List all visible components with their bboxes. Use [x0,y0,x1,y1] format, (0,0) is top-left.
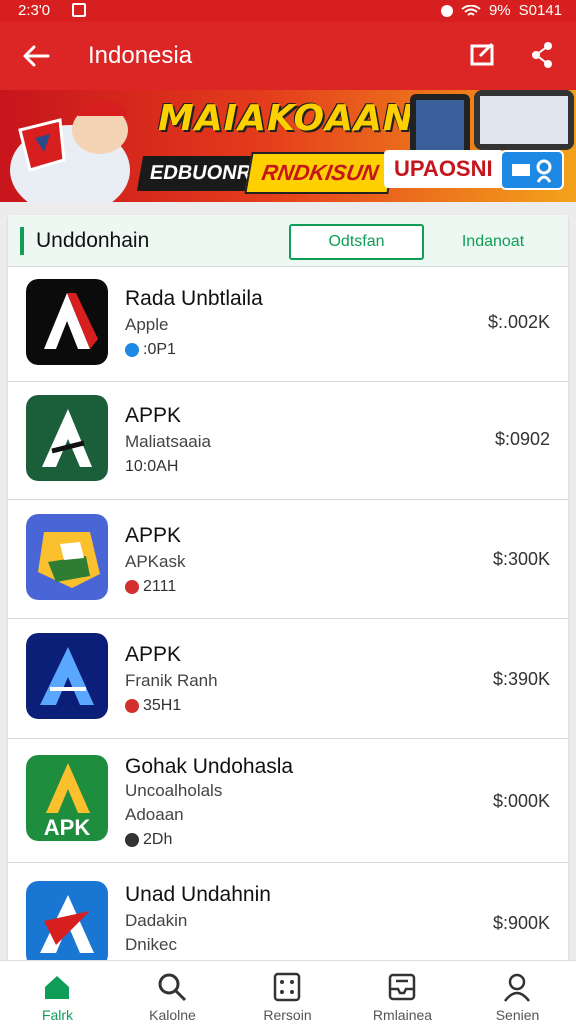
app-publisher: Maliatsaaia [125,432,211,451]
banner-user-button[interactable] [500,150,564,190]
app-icon-green-a [26,395,108,481]
app-icon-red-a [26,279,108,365]
app-icon-red-blue-a [26,881,108,967]
app-name: APPK [125,404,182,427]
wifi-icon [461,4,481,16]
app-meta-text: 2Dh [143,831,173,848]
nav-label: Senien [495,1007,540,1023]
app-price: $:000K [492,791,550,811]
banner-tag-2: RNDKISUN [244,152,396,194]
battery-percent: 9% [488,2,511,19]
app-price: $:.002K [487,312,550,332]
tab-active[interactable]: Odtsfan [289,224,424,260]
nav-label: Kalolne [149,1007,196,1023]
list-item[interactable]: Rada Unbtlaila Apple :0P1 $:.002K [8,267,568,382]
app-name: Gohak Undohasla [125,755,294,778]
badge-icon [125,699,139,713]
nav-label: Rmlainea [372,1007,433,1023]
app-meta: :0P1 [125,341,176,359]
inbox-icon [388,973,416,1001]
app-price: $:390K [492,669,550,689]
status-bar: 2:3'0 9% S0141 [0,0,576,22]
app-list-card: Unddonhain Odtsfan Indanoat Rada Unbtlai… [8,215,568,975]
app-meta: 2Dh [125,831,172,849]
app-name: APPK [125,524,182,547]
list-header: Unddonhain Odtsfan Indanoat [8,215,568,267]
app-name: Unad Undahnin [125,883,271,906]
mascot-illustration [10,99,130,202]
nav-search[interactable]: Kalolne [115,961,230,1024]
banner-headline: MAIAKOAAN [158,98,414,139]
header-accent-bar [20,227,24,255]
app-bar: Indonesia [0,22,576,90]
grid-icon [273,972,301,1002]
app-meta-text: 2111 [143,578,177,595]
status-time: 2:3'0 [18,2,51,19]
alarm-icon [440,4,453,17]
notification-icon [72,3,86,17]
home-icon [45,976,69,999]
app-meta: 35H1 [125,697,181,715]
app-icon-blue-a [26,633,108,719]
app-meta-text: :0P1 [143,341,176,358]
app-publisher: Uncoalholals [125,781,223,800]
share-box-icon[interactable] [468,40,498,70]
app-meta: 10:0AH [125,458,178,476]
list-item[interactable]: Unad Undahnin Dadakin Dnikec $:900K [8,863,568,975]
app-extra: Dnikec [125,935,177,954]
badge-icon [125,580,139,594]
app-extra: Adoaan [125,805,184,824]
nav-grid[interactable]: Rersoin [230,961,345,1024]
bottom-navigation: Falrk Kalolne Rersoin Rmlainea Senien [0,960,576,1024]
badge-icon [125,343,139,357]
person-icon [504,973,530,1002]
page-title: Indonesia [88,42,193,69]
nav-label: Rersoin [263,1007,312,1023]
app-price: $:300K [492,549,550,569]
app-icon-apk: APK [26,755,108,841]
app-publisher: Franik Ranh [125,671,218,690]
app-meta-text: 35H1 [143,697,182,714]
svg-text:APK: APK [44,815,91,840]
app-price: $:0902 [494,429,550,449]
app-price: $:900K [492,913,550,933]
list-item[interactable]: APK Gohak Undohasla Uncoalholals Adoaan … [8,739,568,863]
search-icon [158,973,187,1002]
app-name: Rada Unbtlaila [125,287,263,310]
app-publisher: Dadakin [125,911,188,930]
list-item[interactable]: APPK Franik Ranh 35H1 $:390K [8,619,568,739]
status-right-text: S0141 [518,2,562,19]
app-meta-text: 10:0AH [125,458,179,475]
tab-other[interactable]: Indanoat [438,224,548,260]
nav-home[interactable]: Falrk [0,961,115,1024]
share-icon[interactable] [528,40,556,70]
banner-tag-3: UPAOSNI [384,150,503,188]
promo-banner[interactable]: MAIAKOAAN EDBUONRN RNDKISUN UPAOSNI [0,90,576,202]
nav-inbox[interactable]: Rmlainea [345,961,460,1024]
back-arrow-icon[interactable] [20,40,52,72]
badge-icon [125,833,139,847]
nav-label: Falrk [41,1007,74,1023]
app-meta: 2111 [125,578,176,596]
list-title: Unddonhain [36,229,150,252]
list-item[interactable]: APPK Maliatsaaia 10:0AH $:0902 [8,382,568,500]
app-icon-colorful [26,514,108,600]
user-search-icon [512,159,552,183]
app-name: APPK [125,643,182,666]
app-publisher: APKask [125,552,186,571]
nav-profile[interactable]: Senien [460,961,575,1024]
app-publisher: Apple [125,315,169,334]
list-item[interactable]: APPK APKask 2111 $:300K [8,500,568,619]
